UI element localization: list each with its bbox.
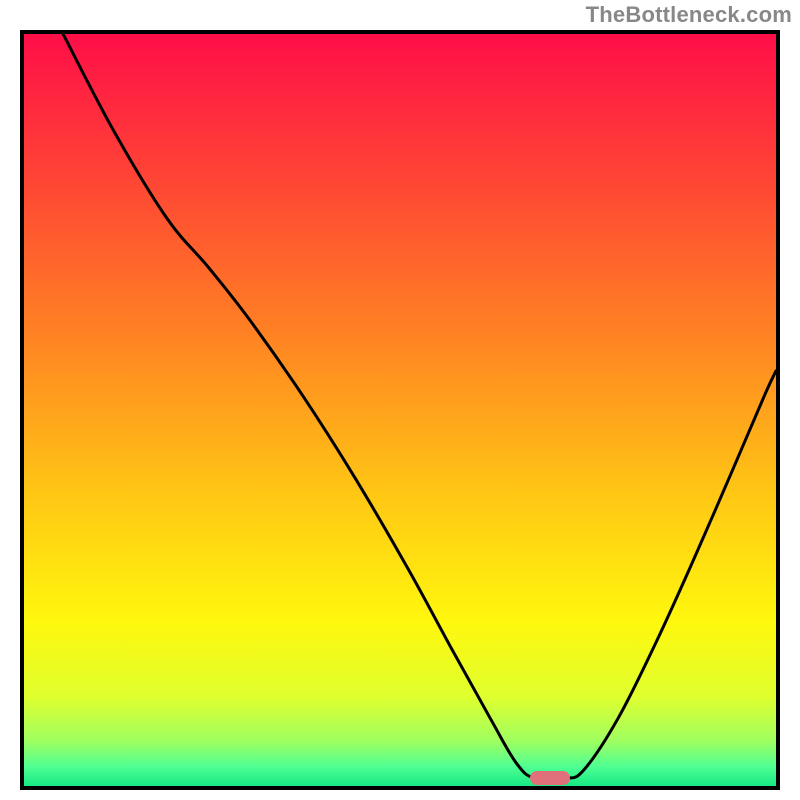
chart-stage: TheBottleneck.com [0, 0, 800, 800]
watermark-text: TheBottleneck.com [586, 2, 792, 28]
optimum-marker [530, 771, 570, 785]
bottleneck-curve [24, 34, 776, 786]
plot-area [20, 30, 780, 790]
